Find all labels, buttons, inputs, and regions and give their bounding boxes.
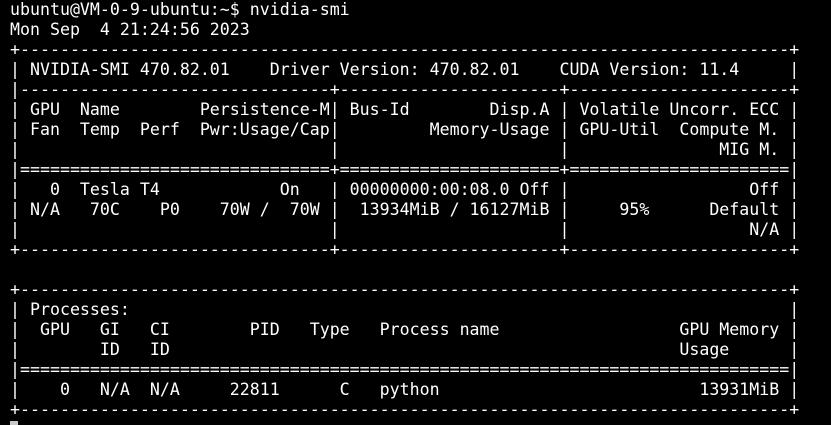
date-line: Mon Sep 4 21:24:56 2023 [10,20,250,39]
gpu-table-header-row-3: | | | MIG M. | [10,140,800,159]
processes-header-row-2: | ID ID Usage | [10,340,800,359]
processes-double-separator: |=======================================… [10,360,800,379]
command-prompt-line: ubuntu@VM-0-9-ubuntu:~$ nvidia-smi [10,0,350,19]
gpu-table-header-row-1: | GPU Name Persistence-M| Bus-Id Disp.A … [10,100,800,119]
gpu-row-3: | | | N/A | [10,220,800,239]
smi-header-separator: |-------------------------------+-------… [10,80,800,99]
smi-version-line: | NVIDIA-SMI 470.82.01 Driver Version: 4… [10,60,800,79]
gpu-table-double-separator: |===============================+=======… [10,160,800,179]
gpu-table-border-bottom: +-------------------------------+-------… [10,240,800,259]
processes-border-bottom-text: +---------------------------------------… [10,400,800,419]
processes-border-top: +---------------------------------------… [10,280,800,299]
processes-title: | Processes: | [10,300,800,319]
gpu-row-1: | 0 Tesla T4 On | 00000000:00:08.0 Off |… [10,180,800,199]
processes-header-row-1: | GPU GI CI PID Type Process name GPU Me… [10,320,800,339]
gpu-row-2: | N/A 70C P0 70W / 70W | 13934MiB / 1612… [10,200,800,219]
smi-header-border-top: +---------------------------------------… [10,40,800,59]
cursor [10,421,18,425]
gpu-table-header-row-2: | Fan Temp Perf Pwr:Usage/Cap| Memory-Us… [10,120,800,139]
terminal-window[interactable]: ubuntu@VM-0-9-ubuntu:~$ nvidia-smi Mon S… [0,0,831,425]
processes-border-bottom: +---------------------------------------… [10,400,831,420]
process-row: | 0 N/A N/A 22811 C python 13931MiB | [10,380,800,399]
new-prompt-line[interactable] [10,420,831,425]
